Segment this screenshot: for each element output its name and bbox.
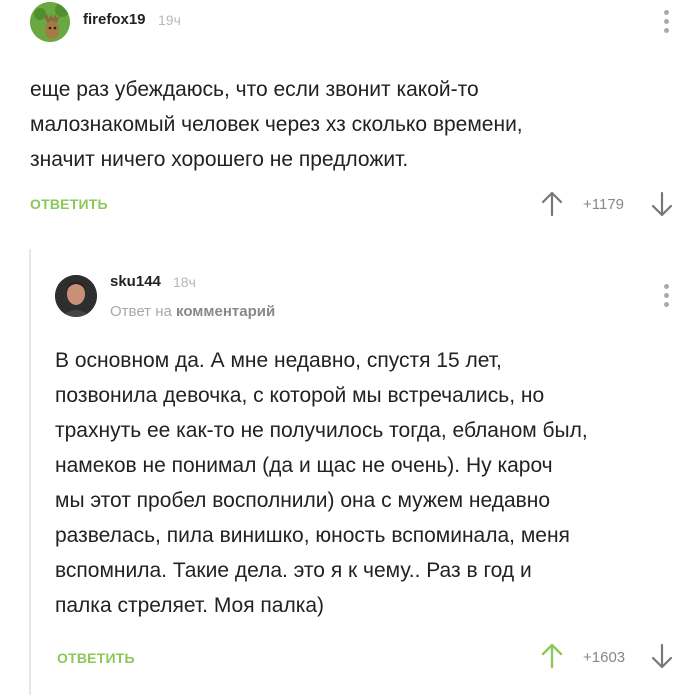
- reply-to-link[interactable]: Ответ на комментарий: [110, 303, 275, 320]
- username[interactable]: sku144: [110, 273, 161, 290]
- upvote-arrow-icon[interactable]: [541, 643, 563, 674]
- rating-score: +1603: [583, 649, 626, 666]
- reply-button[interactable]: ОТВЕТИТЬ: [57, 650, 135, 666]
- avatar[interactable]: [30, 2, 70, 42]
- downvote-arrow-icon[interactable]: [651, 643, 673, 674]
- deer-avatar-icon: [30, 2, 70, 42]
- timestamp: 19ч: [158, 12, 181, 28]
- more-options-icon[interactable]: [662, 10, 670, 37]
- upvote-arrow-icon[interactable]: [541, 191, 563, 222]
- timestamp: 18ч: [173, 274, 196, 290]
- thread-line[interactable]: [29, 249, 31, 695]
- more-options-icon[interactable]: [662, 284, 670, 311]
- user-photo-icon: [55, 275, 97, 317]
- rating-score: +1179: [583, 196, 625, 213]
- comment-text: В основном да. А мне недавно, спустя 15 …: [55, 349, 588, 617]
- reply-button[interactable]: ОТВЕТИТЬ: [30, 196, 108, 212]
- avatar[interactable]: [55, 275, 97, 317]
- comment-text: еще раз убеждаюсь, что если звонит какой…: [30, 78, 523, 171]
- username[interactable]: firefox19: [83, 11, 146, 28]
- downvote-arrow-icon[interactable]: [651, 191, 673, 222]
